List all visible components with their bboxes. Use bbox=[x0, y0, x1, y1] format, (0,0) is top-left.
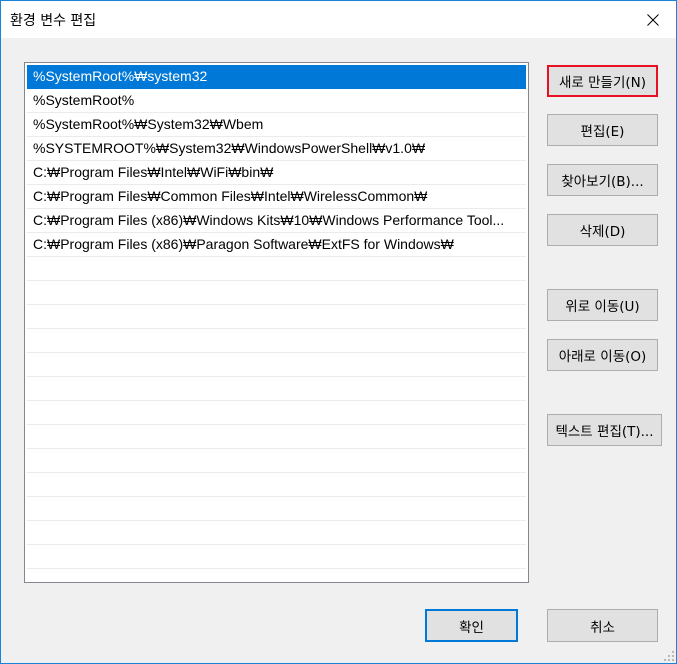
path-list-empty-row[interactable] bbox=[27, 449, 526, 473]
cancel-button[interactable]: 취소 bbox=[547, 609, 658, 642]
path-list-empty-row[interactable] bbox=[27, 329, 526, 353]
path-list-item[interactable]: %SystemRoot% bbox=[27, 89, 526, 113]
path-list[interactable]: %SystemRoot%₩system32 %SystemRoot% %System… bbox=[24, 62, 529, 583]
edit-environment-variable-dialog: 환경 변수 편집 %SystemRoot%₩system32 %SystemRoo… bbox=[0, 0, 677, 664]
dialog-title: 환경 변수 편집 bbox=[10, 13, 97, 29]
path-list-item[interactable]: C:₩Program Files (x86)₩Windows Kits₩10₩W… bbox=[27, 209, 526, 233]
browse-button[interactable]: 찾아보기(B)... bbox=[547, 164, 658, 196]
path-list-empty-row[interactable] bbox=[27, 545, 526, 569]
path-list-empty-row[interactable] bbox=[27, 377, 526, 401]
title-bar[interactable]: 환경 변수 편집 bbox=[1, 1, 676, 38]
path-list-empty-row[interactable] bbox=[27, 401, 526, 425]
path-list-item[interactable]: C:₩Program Files₩Intel₩WiFi₩bin₩ bbox=[27, 161, 526, 185]
path-list-empty-row[interactable] bbox=[27, 497, 526, 521]
path-list-item[interactable]: C:₩Program Files₩Common Files₩Intel₩Wire… bbox=[27, 185, 526, 209]
close-icon bbox=[647, 13, 659, 26]
move-up-button[interactable]: 위로 이동(U) bbox=[547, 289, 658, 321]
path-list-item[interactable]: C:₩Program Files (x86)₩Paragon Software₩… bbox=[27, 233, 526, 257]
resize-grip-icon[interactable] bbox=[664, 651, 674, 661]
path-list-empty-row[interactable] bbox=[27, 425, 526, 449]
path-list-item[interactable]: %SYSTEMROOT%₩System32₩WindowsPowerShell₩… bbox=[27, 137, 526, 161]
path-list-empty-row[interactable] bbox=[27, 257, 526, 281]
delete-button[interactable]: 삭제(D) bbox=[547, 214, 658, 246]
path-list-item[interactable]: %SystemRoot%₩system32 bbox=[27, 65, 526, 89]
path-list-empty-row[interactable] bbox=[27, 305, 526, 329]
path-list-empty-row[interactable] bbox=[27, 521, 526, 545]
close-button[interactable] bbox=[630, 1, 676, 38]
path-list-empty-row[interactable] bbox=[27, 473, 526, 497]
path-list-empty-row[interactable] bbox=[27, 281, 526, 305]
edit-button[interactable]: 편집(E) bbox=[547, 114, 658, 146]
new-button[interactable]: 새로 만들기(N) bbox=[547, 65, 658, 97]
ok-button[interactable]: 확인 bbox=[425, 609, 518, 642]
move-down-button[interactable]: 아래로 이동(O) bbox=[547, 339, 658, 371]
path-list-item[interactable]: %SystemRoot%₩System32₩Wbem bbox=[27, 113, 526, 137]
edit-text-button[interactable]: 텍스트 편집(T)... bbox=[547, 414, 662, 446]
path-list-empty-row[interactable] bbox=[27, 353, 526, 377]
